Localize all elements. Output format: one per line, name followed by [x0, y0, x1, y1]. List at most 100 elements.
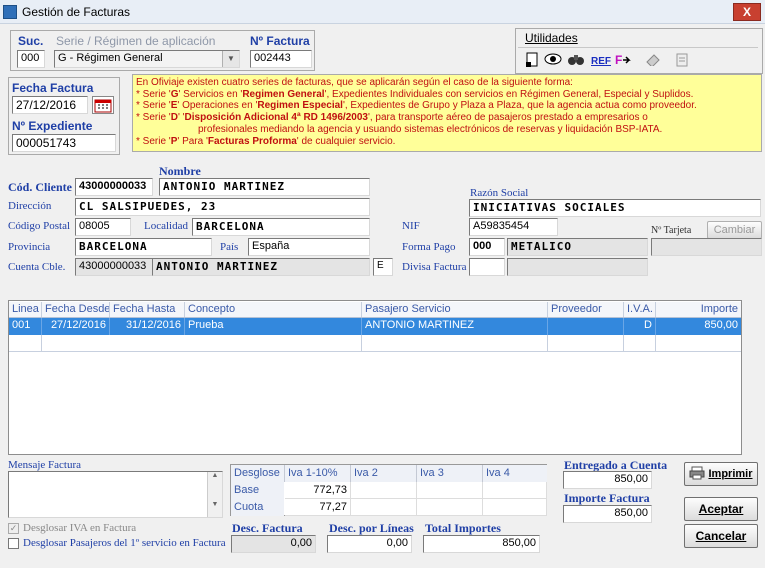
cuenta-nombre: ANTONIO MARTINEZ	[152, 258, 370, 276]
provincia-input[interactable]: BARCELONA	[75, 238, 212, 256]
forma-pago-code[interactable]: 000	[469, 238, 505, 256]
divisa-value	[507, 258, 648, 276]
note-line-4: * Serie 'D' 'Disposición Adicional 4ª RD…	[136, 112, 648, 124]
serie-select-value: G - Régimen General	[58, 52, 163, 64]
nif-input[interactable]: A59835454	[469, 218, 558, 236]
divisa-label: Divisa Factura	[402, 261, 467, 273]
desc-factura-input[interactable]: 0,00	[231, 535, 316, 553]
cp-label: Código Postal	[8, 220, 71, 232]
chevron-down-icon[interactable]: ▼	[222, 51, 239, 67]
suc-label: Suc.	[18, 34, 44, 48]
pais-label: País	[220, 241, 239, 253]
fecha-input[interactable]: 27/12/2016	[12, 96, 88, 114]
eye-icon[interactable]	[543, 52, 563, 72]
importe-factura-label: Importe Factura	[564, 491, 650, 505]
note-line-2: * Serie 'G' Servicios en 'Regimen Genera…	[136, 88, 694, 100]
expediente-label: Nº Expediente	[12, 119, 93, 133]
mensaje-scrollbar[interactable]: ▲ ▼	[207, 472, 222, 517]
app-icon	[3, 5, 17, 19]
ref-icon[interactable]: REF	[591, 52, 611, 72]
forma-pago-value: METALICO	[507, 238, 648, 256]
nfactura-input[interactable]: 002443	[250, 50, 312, 68]
suc-input[interactable]: 000	[17, 50, 45, 68]
direccion-label: Dirección	[8, 200, 52, 212]
cuota-iva3	[417, 499, 483, 516]
razon-social-input[interactable]: INICIATIVAS SOCIALES	[469, 199, 761, 217]
iva3-header: Iva 3	[417, 465, 483, 482]
cuota-label: Cuota	[231, 499, 284, 516]
col-linea[interactable]: Linea	[9, 302, 42, 317]
nombre-input[interactable]: ANTONIO MARTINEZ	[159, 178, 370, 196]
base-iva1: 772,73	[285, 482, 351, 499]
eraser-icon[interactable]	[643, 52, 663, 72]
note-line-3: * Serie 'E' Operaciones en 'Regimen Espe…	[136, 100, 697, 112]
utilidades-divider	[518, 47, 758, 48]
series-info-note: En Ofiviaje existen cuatro series de fac…	[132, 74, 762, 152]
grid-header: Linea Fecha Desde Fecha Hasta Concepto P…	[9, 302, 741, 318]
cell-fecha-hasta: 31/12/2016	[110, 318, 185, 335]
calendar-icon[interactable]	[92, 96, 114, 114]
col-fecha-hasta[interactable]: Fecha Hasta	[110, 302, 185, 317]
mensaje-label: Mensaje Factura	[8, 459, 81, 471]
importe-factura-input: 850,00	[563, 505, 652, 523]
cell-concepto: Prueba	[185, 318, 362, 335]
document-icon[interactable]	[522, 52, 542, 72]
col-importe[interactable]: Importe	[656, 302, 741, 317]
razon-social-label: Razón Social	[470, 187, 529, 199]
desc-lineas-label: Desc. por Líneas	[329, 521, 414, 535]
col-proveedor[interactable]: Proveedor	[548, 302, 624, 317]
nombre-label: Nombre	[159, 164, 201, 178]
note-line-5: profesionales mediando la agencia y usua…	[198, 123, 663, 135]
binoculars-icon[interactable]	[566, 52, 586, 72]
cod-cliente-input[interactable]: 43000000033	[75, 178, 153, 196]
iva-checkbox-label: Desglosar IVA en Factura	[23, 522, 137, 534]
localidad-input[interactable]: BARCELONA	[192, 218, 370, 236]
base-iva3	[417, 482, 483, 499]
transfer-icon[interactable]: F	[614, 52, 634, 72]
cp-input[interactable]: 08005	[75, 218, 131, 236]
base-label: Base	[231, 482, 284, 499]
cuenta-label: Cuenta Cble.	[8, 261, 66, 273]
cell-fecha-desde: 27/12/2016	[42, 318, 110, 335]
cuenta-flag[interactable]: E	[373, 258, 393, 276]
cambiar-button[interactable]: Cambiar	[707, 221, 762, 239]
aceptar-button[interactable]: Aceptar	[684, 497, 758, 521]
nif-label: NIF	[402, 220, 420, 232]
nfactura-label: Nº Factura	[250, 34, 310, 48]
cancelar-button[interactable]: Cancelar	[684, 524, 758, 548]
note-line-6: * Serie 'P' Para 'Facturas Proforma' de …	[136, 135, 396, 147]
pais-input[interactable]: España	[248, 238, 370, 256]
note-line-1: En Ofiviaje existen cuatro series de fac…	[136, 77, 573, 88]
tarjeta-label: Nº Tarjeta	[651, 225, 692, 236]
desglose-table: Desglose Iva 1-10% Iva 2 Iva 3 Iva 4 Bas…	[230, 464, 547, 516]
col-pasajero[interactable]: Pasajero Servicio	[362, 302, 548, 317]
divisa-code[interactable]	[469, 258, 505, 276]
imprimir-button[interactable]: Imprimir	[684, 462, 758, 486]
cuota-iva2	[351, 499, 417, 516]
utilidades-label: Utilidades	[525, 31, 578, 45]
close-button[interactable]: X	[733, 3, 761, 21]
attach-icon[interactable]	[672, 52, 692, 72]
table-row-empty[interactable]	[9, 335, 741, 352]
cell-proveedor	[548, 318, 624, 335]
iva-checkbox[interactable]: ✓	[8, 523, 19, 534]
printer-icon	[689, 466, 705, 483]
cell-pasajero: ANTONIO MARTINEZ	[362, 318, 548, 335]
col-iva[interactable]: I.V.A.	[624, 302, 656, 317]
entregado-input[interactable]: 850,00	[563, 471, 652, 489]
cell-linea: 001	[9, 318, 42, 335]
serie-select[interactable]: G - Régimen General	[54, 50, 240, 68]
cell-iva: D	[624, 318, 656, 335]
pasajeros-checkbox[interactable]	[8, 538, 19, 549]
iva2-header: Iva 2	[351, 465, 417, 482]
col-fecha-desde[interactable]: Fecha Desde	[42, 302, 110, 317]
mensaje-textarea[interactable]	[8, 471, 223, 518]
desc-lineas-input[interactable]: 0,00	[327, 535, 412, 553]
direccion-input[interactable]: CL SALSIPUEDES, 23	[75, 198, 370, 216]
table-row[interactable]: 001 27/12/2016 31/12/2016 Prueba ANTONIO…	[9, 318, 741, 335]
col-concepto[interactable]: Concepto	[185, 302, 362, 317]
expediente-input[interactable]: 000051743	[12, 134, 116, 152]
cuenta-input[interactable]: 43000000033	[75, 258, 153, 276]
total-importes-input: 850,00	[423, 535, 540, 553]
desc-factura-label: Desc. Factura	[232, 521, 303, 535]
